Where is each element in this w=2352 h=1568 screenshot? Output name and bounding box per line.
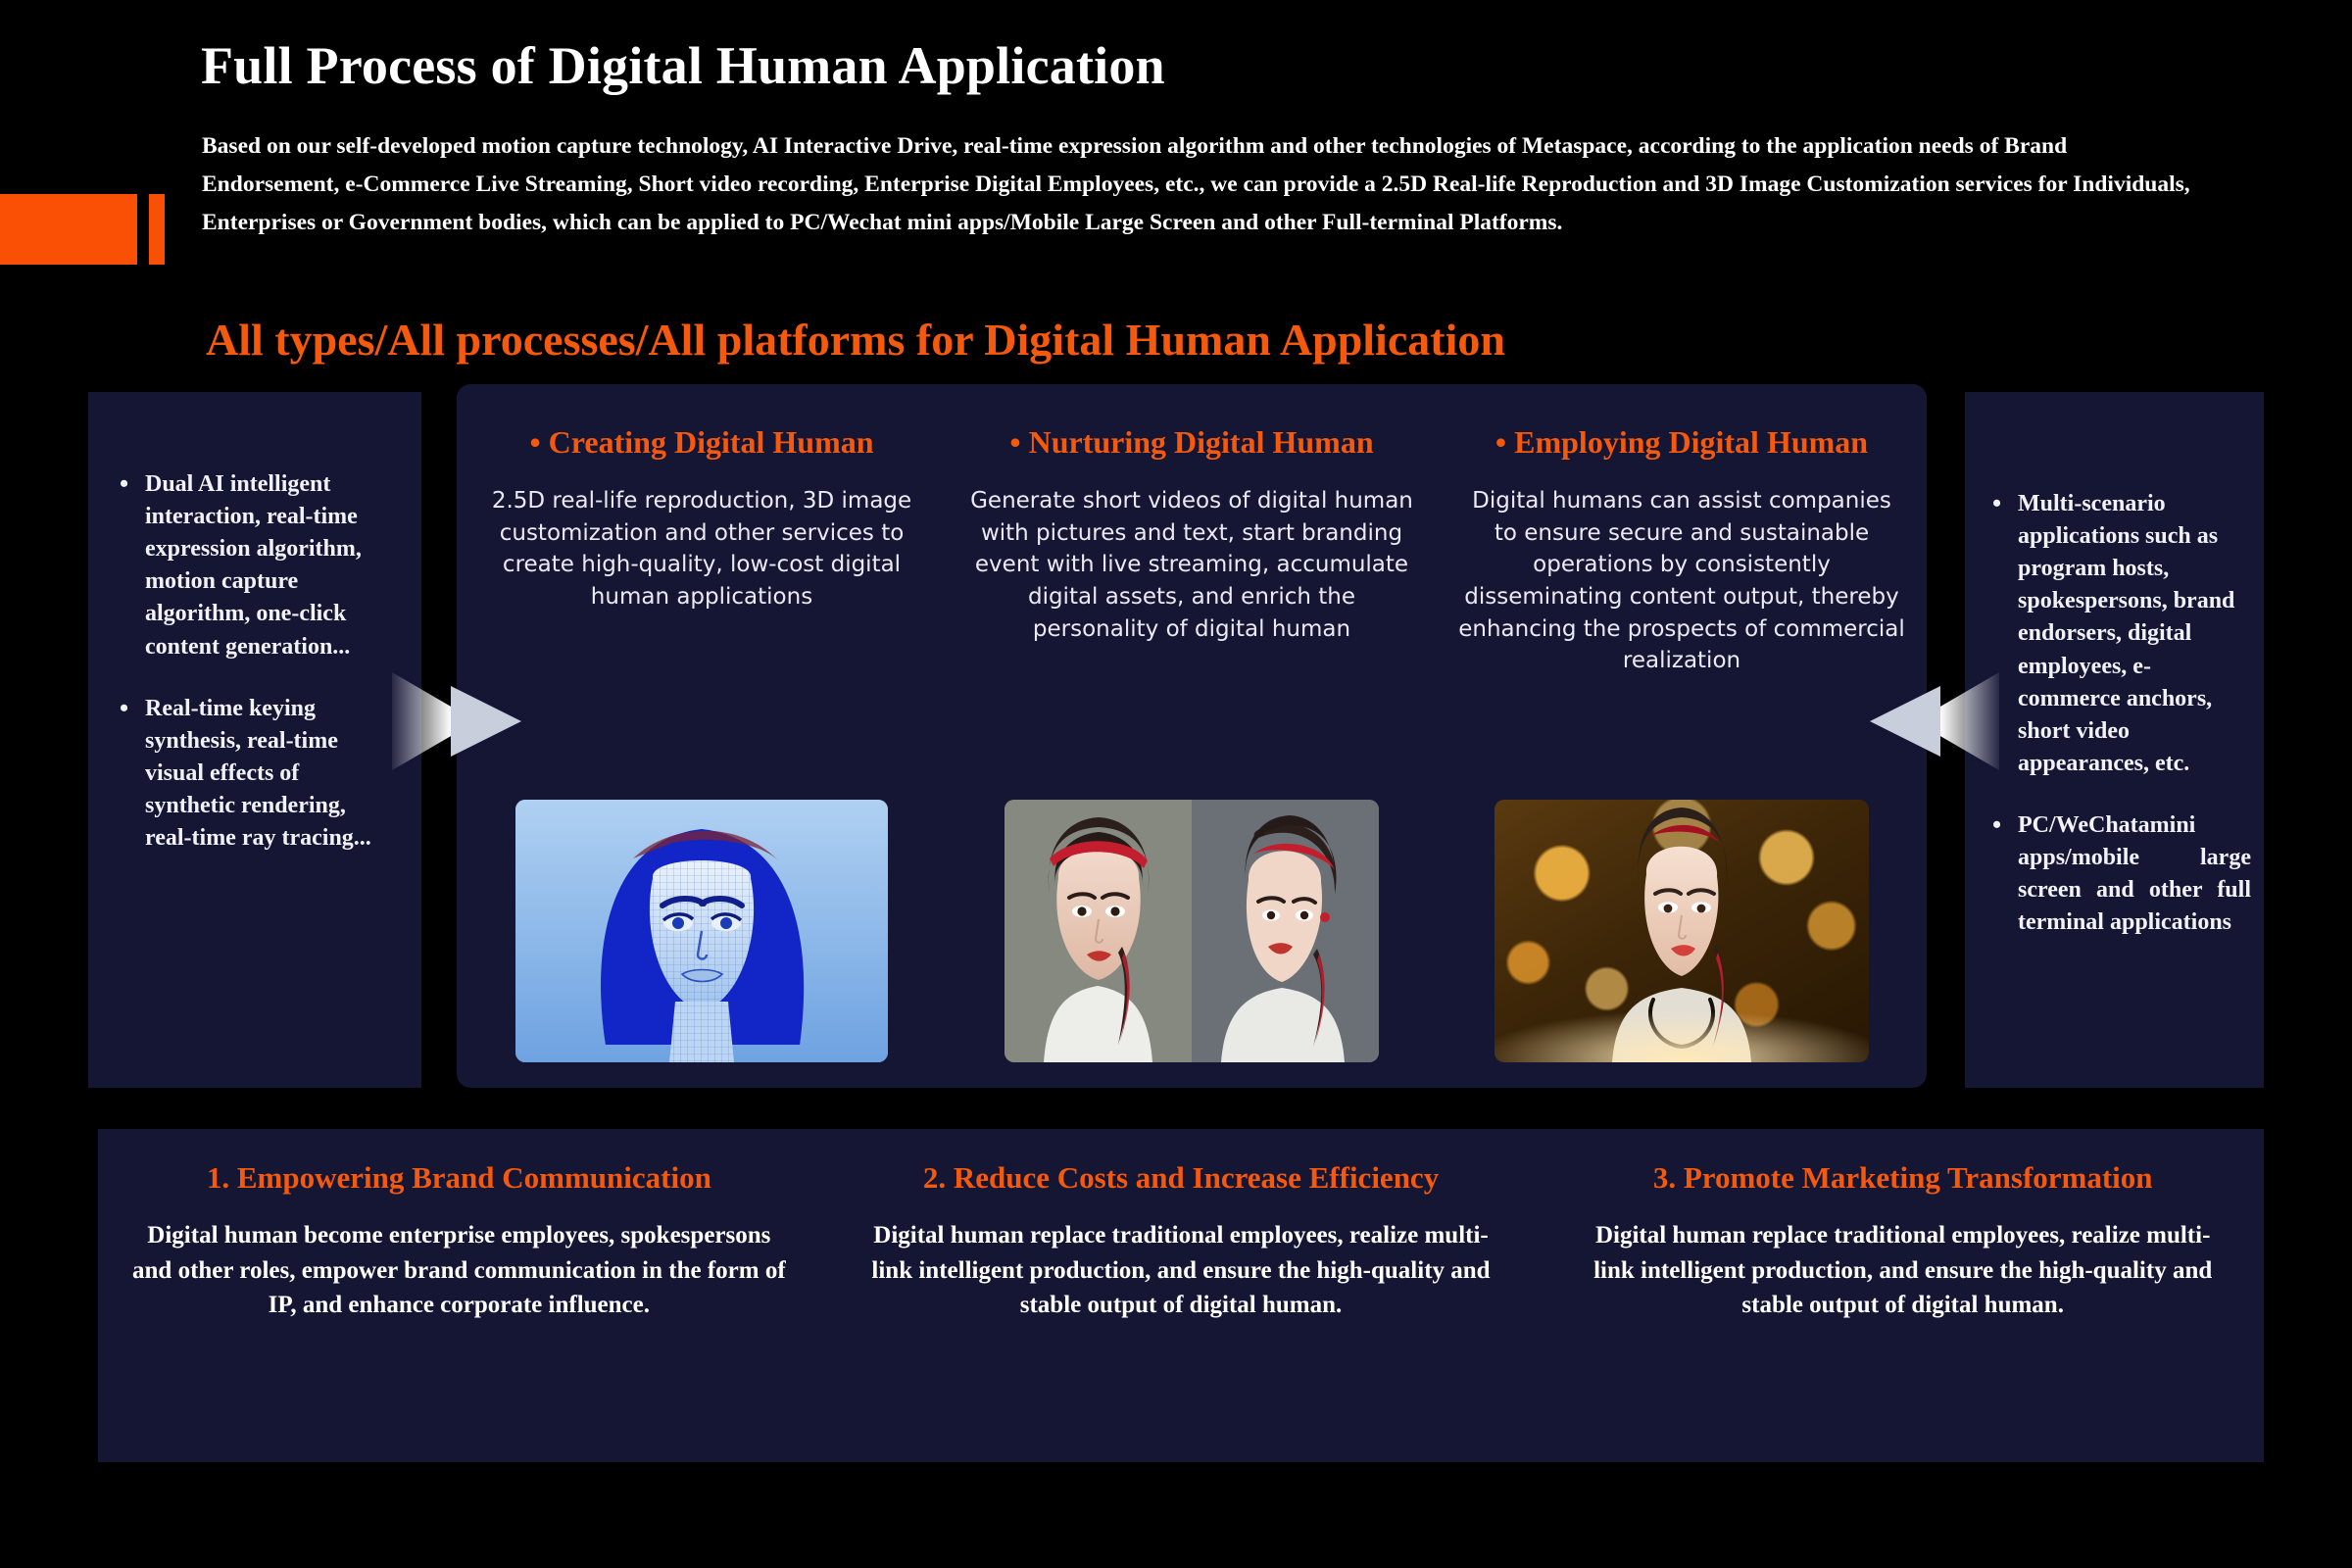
golden-bokeh-illustration — [1494, 800, 1869, 1062]
page-title: Full Process of Digital Human Applicatio… — [201, 36, 1165, 95]
process-body: 2.5D real-life reproduction, 3D image cu… — [491, 488, 912, 610]
list-item: Real-time keying synthesis, real-time vi… — [116, 691, 392, 856]
bullet-icon: • — [1009, 424, 1021, 460]
intro-paragraph: Based on our self-developed motion captu… — [202, 133, 2190, 235]
digital-human-golden-image — [1494, 800, 1869, 1062]
applications-panel-right: Multi-scenario applications such as prog… — [1965, 392, 2264, 1088]
portrait-side-svg — [1192, 800, 1379, 1062]
flow-arrow-right-icon — [392, 659, 529, 784]
process-columns: • Creating Digital Human 2.5D real-life … — [457, 384, 1927, 1088]
process-body: Generate short videos of digital human w… — [970, 488, 1413, 642]
process-column-employing: • Employing Digital Human Digital humans… — [1437, 384, 1927, 1088]
list-item: PC/WeChatamini apps/mobile large screen … — [1988, 808, 2251, 939]
bullet-icon: • — [529, 424, 541, 460]
process-heading-label: Nurturing Digital Human — [1028, 424, 1374, 460]
process-column-creating: • Creating Digital Human 2.5D real-life … — [457, 384, 947, 1088]
benefits-panel: 1. Empowering Brand Communication Digita… — [98, 1129, 2264, 1462]
benefit-card-2: 2. Reduce Costs and Increase Efficiency … — [820, 1129, 1543, 1462]
section-subtitle: All types/All processes/All platforms fo… — [206, 315, 1505, 365]
arrow-left-svg — [1870, 672, 1999, 770]
slide-canvas: Full Process of Digital Human Applicatio… — [0, 0, 2352, 1568]
capabilities-panel-left: Dual AI intelligent interaction, real-ti… — [88, 392, 421, 1088]
benefit-body: Digital human replace traditional employ… — [871, 1222, 1491, 1319]
bullet-icon: • — [1494, 424, 1507, 460]
golden-portrait-svg — [1494, 808, 1869, 1062]
digital-human-dual-portrait-image — [1004, 800, 1379, 1062]
right-bullet-list: Multi-scenario applications such as prog… — [1988, 486, 2251, 968]
portrait-side — [1192, 800, 1379, 1062]
process-heading-label: Employing Digital Human — [1514, 424, 1869, 460]
orange-accent-tick — [149, 194, 165, 265]
benefit-heading: 3. Promote Marketing Transformation — [1652, 1160, 2153, 1195]
benefit-card-1: 1. Empowering Brand Communication Digita… — [98, 1129, 820, 1462]
benefit-heading: 2. Reduce Costs and Increase Efficiency — [922, 1160, 1440, 1195]
portrait-front-svg — [1004, 800, 1192, 1062]
process-column-nurturing: • Nurturing Digital Human Generate short… — [947, 384, 1437, 1088]
orange-accent-bar — [0, 194, 137, 265]
process-heading: • Nurturing Digital Human — [968, 423, 1415, 462]
benefit-body: Digital human become enterprise employee… — [132, 1222, 786, 1319]
benefit-card-3: 3. Promote Marketing Transformation Digi… — [1542, 1129, 2264, 1462]
benefit-columns: 1. Empowering Brand Communication Digita… — [98, 1129, 2264, 1462]
wireframe-illustration — [515, 800, 888, 1062]
process-heading-label: Creating Digital Human — [548, 424, 874, 460]
dual-portrait-illustration — [1004, 800, 1379, 1062]
process-heading: • Creating Digital Human — [478, 423, 925, 462]
process-body: Digital humans can assist companies to e… — [1458, 488, 1905, 674]
benefit-body: Digital human replace traditional employ… — [1593, 1222, 2213, 1319]
list-item: Multi-scenario applications such as prog… — [1988, 486, 2251, 780]
wireframe-face-svg — [515, 800, 888, 1062]
portrait-front — [1004, 800, 1192, 1062]
digital-human-wireframe-image — [515, 800, 888, 1062]
benefit-heading: 1. Empowering Brand Communication — [206, 1160, 711, 1195]
process-panel-center: • Creating Digital Human 2.5D real-life … — [457, 384, 1927, 1088]
flow-arrow-left-icon — [1862, 659, 1999, 784]
process-heading: • Employing Digital Human — [1458, 423, 1905, 462]
arrow-right-svg — [392, 672, 521, 770]
left-bullet-list: Dual AI intelligent interaction, real-ti… — [116, 466, 392, 884]
list-item: Dual AI intelligent interaction, real-ti… — [116, 466, 392, 663]
